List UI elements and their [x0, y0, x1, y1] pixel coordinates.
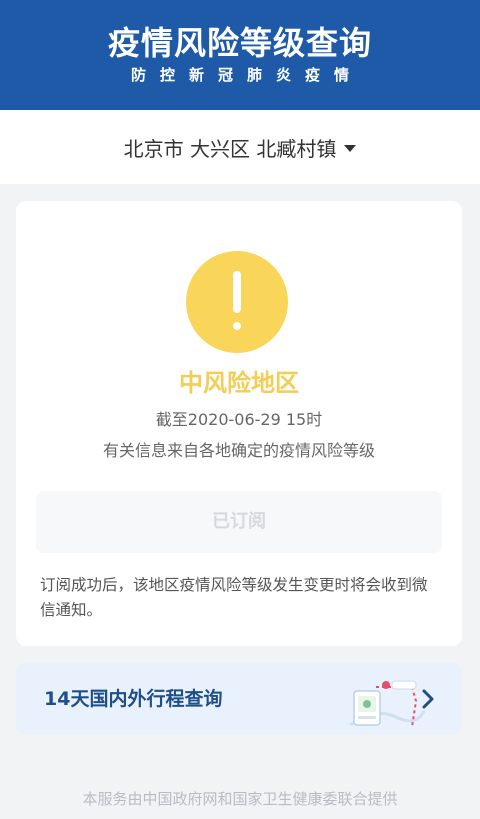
page-subtitle: 防控新冠肺炎疫情: [130, 66, 363, 84]
location-label: 北京市 大兴区 北臧村镇: [123, 136, 337, 161]
itinerary-query-button[interactable]: 14天国内外行程查询: [16, 663, 462, 735]
footer-text: 本服务由中国政府网和国家卫生健康委联合提供: [82, 790, 398, 808]
exclamation-dot: [233, 322, 241, 330]
location-selector[interactable]: 北京市 大兴区 北臧村镇: [0, 110, 480, 184]
caret-down-icon: [344, 144, 357, 152]
exclamation-circle-icon: [186, 251, 288, 353]
app-header: 疫情风险等级查询 防控新冠肺炎疫情: [0, 0, 480, 110]
risk-date: 截至2020-06-29 15时: [155, 410, 323, 429]
exclamation-bar: [233, 271, 241, 313]
risk-card: 中风险地区 截至2020-06-29 15时 有关信息来自各地确定的疫情风险等级…: [16, 201, 462, 646]
chevron-right-icon: [422, 689, 434, 709]
subscribe-button[interactable]: 已订阅: [36, 491, 442, 553]
page-title: 疫情风险等级查询: [107, 24, 372, 62]
subscribe-note: 订阅成功后，该地区疫情风险等级发生变更时将会收到微信通知。: [40, 576, 428, 619]
map-illustration-icon: [349, 680, 426, 728]
risk-source: 有关信息来自各地确定的疫情风险等级: [102, 441, 375, 460]
itinerary-label: 14天国内外行程查询: [44, 688, 223, 710]
risk-level: 中风险地区: [179, 369, 299, 397]
